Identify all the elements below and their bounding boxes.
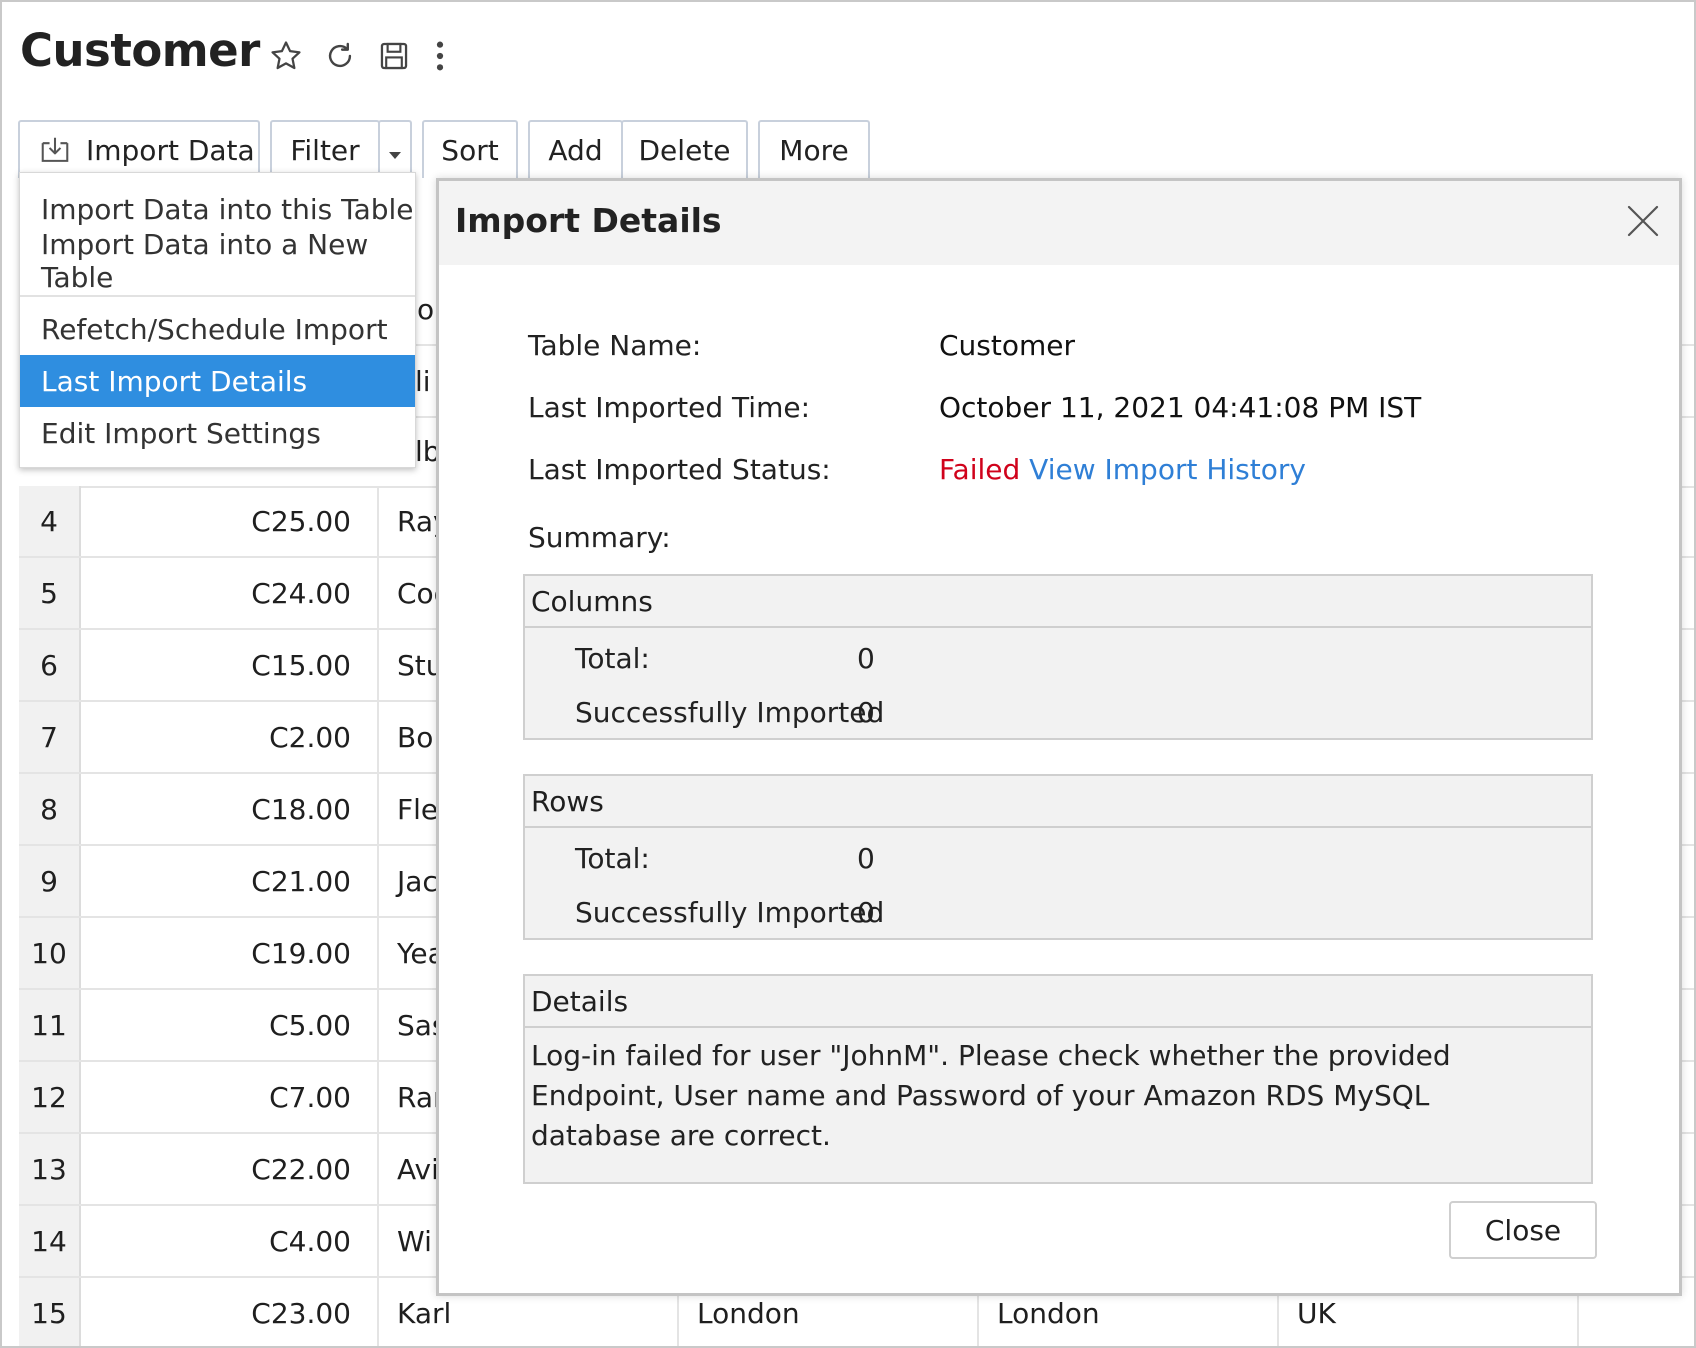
last-imported-status-label: Last Imported Status: [528,453,831,486]
import-details-dialog: Import Details Table Name: Customer Last… [436,178,1682,1296]
view-import-history-link[interactable]: View Import History [1029,453,1306,486]
status-failed-text: Failed [939,453,1021,486]
rows-box-title: Rows [525,776,1591,828]
table-cell: C2.00 [79,702,379,772]
table-cell: C5.00 [79,990,379,1060]
table-name-value: Customer [939,329,1076,362]
delete-button[interactable]: Delete [621,120,748,178]
row-number: 13 [19,1134,81,1204]
row-number: 8 [19,774,81,844]
row-number: 15 [19,1278,81,1346]
import-data-label: Import Data [86,133,255,167]
import-data-menu: Import Data into this Table Import Data … [19,172,416,468]
rows-total-value: 0 [857,842,875,875]
row-number: 7 [19,702,81,772]
save-icon[interactable] [374,36,414,76]
table-cell: C22.00 [79,1134,379,1204]
menu-item-import-into-new-table[interactable]: Import Data into a New Table [20,228,415,294]
table-cell: C4.00 [79,1206,379,1276]
menu-item-last-import-details[interactable]: Last Import Details [20,355,415,407]
table-cell: C18.00 [79,774,379,844]
table-cell: C23.00 [79,1278,379,1346]
rows-success-label: Successfully Imported [575,896,885,929]
details-message: Log-in failed for user "JohnM". Please c… [531,1039,1451,1152]
row-number: 10 [19,918,81,988]
table-cell: C15.00 [79,630,379,700]
row-number: 9 [19,846,81,916]
columns-total-value: 0 [857,642,875,675]
more-button[interactable]: More [758,120,870,178]
status-line: Failed View Import History [939,453,1306,486]
sort-button[interactable]: Sort [422,120,518,178]
refresh-icon[interactable] [320,36,360,76]
dialog-title: Import Details [455,201,722,240]
row-number: 11 [19,990,81,1060]
close-icon[interactable] [1621,199,1665,243]
row-number: 4 [19,486,81,556]
menu-item-refetch-schedule[interactable]: Refetch/Schedule Import [20,303,415,355]
more-label: More [779,133,849,167]
row-number: 14 [19,1206,81,1276]
table-cell: C25.00 [79,486,379,556]
menu-divider [20,295,415,297]
filter-dropdown-button[interactable] [378,120,412,178]
dialog-header: Import Details [439,181,1679,265]
last-imported-time-value: October 11, 2021 04:41:08 PM IST [939,391,1422,424]
summary-label: Summary: [528,521,671,554]
import-icon [38,135,72,165]
columns-success-value: 0 [857,696,875,729]
columns-summary-box: Columns Total: 0 Successfully Imported 0 [523,574,1593,740]
filter-label: Filter [290,133,360,167]
import-data-button[interactable]: Import Data [18,120,260,178]
columns-total-label: Total: [575,642,650,675]
close-button[interactable]: Close [1449,1201,1597,1259]
page-title: Customer [20,24,260,77]
app-frame: Customer Import Data Filter Sort Add Del… [0,0,1696,1348]
rows-summary-box: Rows Total: 0 Successfully Imported 0 [523,774,1593,940]
rows-total-label: Total: [575,842,650,875]
columns-success-label: Successfully Imported [575,696,885,729]
rows-success-value: 0 [857,896,875,929]
row-number: 5 [19,558,81,628]
add-button[interactable]: Add [528,120,623,178]
details-box-title: Details [525,976,1591,1028]
table-cell: C21.00 [79,846,379,916]
star-icon[interactable] [266,36,306,76]
table-cell: C24.00 [79,558,379,628]
table-name-label: Table Name: [528,329,702,362]
menu-item-edit-import-settings[interactable]: Edit Import Settings [20,407,415,459]
row-number: 6 [19,630,81,700]
details-box: Details Log-in failed for user "JohnM". … [523,974,1593,1184]
delete-label: Delete [638,133,731,167]
last-imported-time-label: Last Imported Time: [528,391,811,424]
sort-label: Sort [441,133,499,167]
table-cell: C19.00 [79,918,379,988]
columns-box-title: Columns [525,576,1591,628]
table-cell: C7.00 [79,1062,379,1132]
caret-down-icon [388,134,402,167]
more-vertical-icon[interactable] [420,36,460,76]
filter-button[interactable]: Filter [270,120,380,178]
add-label: Add [548,133,603,167]
row-number: 12 [19,1062,81,1132]
